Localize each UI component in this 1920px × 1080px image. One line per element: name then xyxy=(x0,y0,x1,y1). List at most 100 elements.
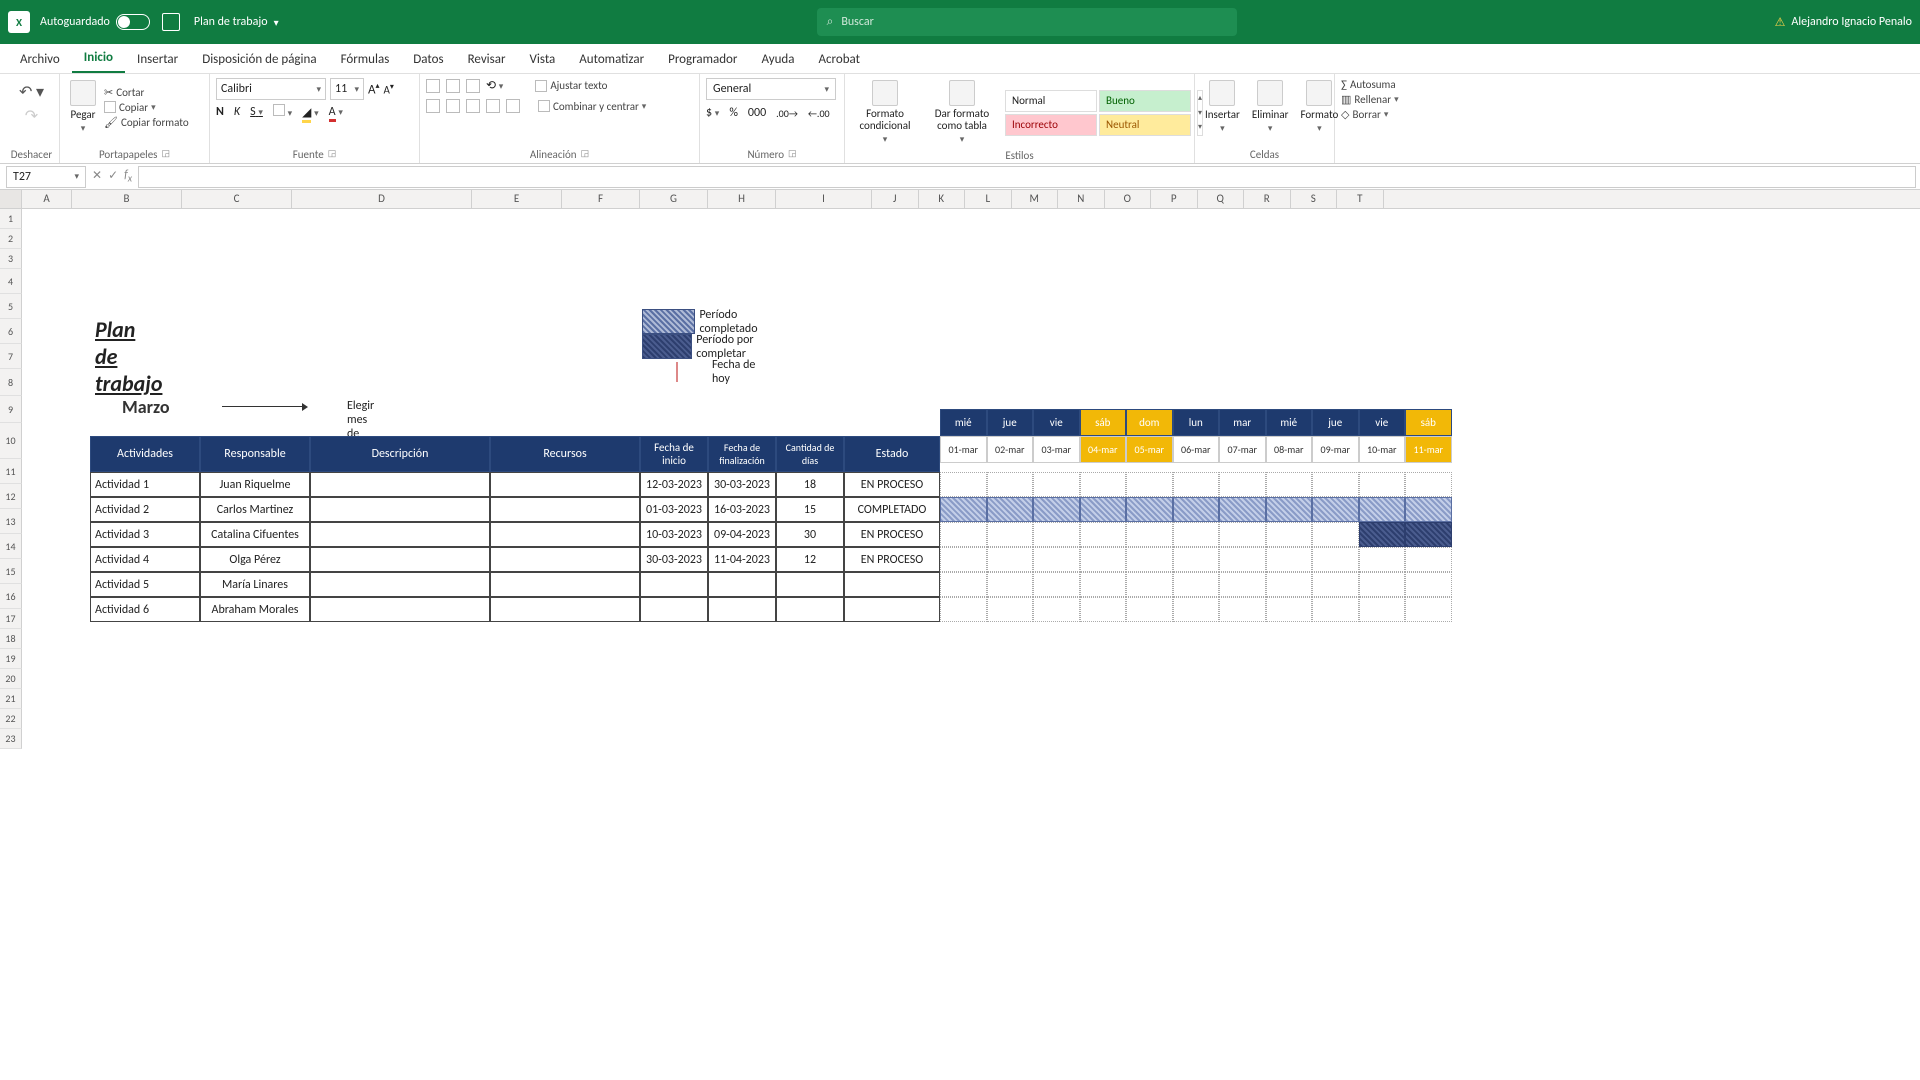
gantt-cell[interactable] xyxy=(1173,522,1220,547)
cell[interactable]: Actividad 1 xyxy=(90,472,200,497)
gantt-cell[interactable] xyxy=(1173,597,1220,622)
gantt-cell[interactable] xyxy=(1033,472,1080,497)
formula-input[interactable] xyxy=(138,166,1916,188)
select-all-corner[interactable] xyxy=(0,190,22,208)
cell[interactable] xyxy=(490,547,640,572)
table-row[interactable]: Actividad 5María Linares xyxy=(90,572,940,597)
cell[interactable] xyxy=(490,597,640,622)
align-top-icon[interactable] xyxy=(426,79,440,93)
cut-button[interactable]: ✂Cortar xyxy=(104,86,189,99)
style-bueno[interactable]: Bueno xyxy=(1099,90,1191,112)
cancel-fx-icon[interactable]: ✕ xyxy=(92,168,102,184)
align-bottom-icon[interactable] xyxy=(466,79,480,93)
gantt-cell[interactable] xyxy=(1405,497,1452,522)
gantt-cell[interactable] xyxy=(1173,572,1220,597)
cell[interactable]: 11-04-2023 xyxy=(708,547,776,572)
gantt-cell[interactable] xyxy=(1266,497,1313,522)
cell[interactable]: Juan Riquelme xyxy=(200,472,310,497)
row-5[interactable]: 5 xyxy=(0,294,22,319)
cell[interactable] xyxy=(776,572,844,597)
row-10[interactable]: 10 xyxy=(0,423,22,459)
decrease-indent-icon[interactable] xyxy=(486,99,500,113)
row-22[interactable]: 22 xyxy=(0,709,22,729)
increase-font-icon[interactable]: A▴ xyxy=(368,81,380,97)
cell[interactable]: Actividad 5 xyxy=(90,572,200,597)
cell[interactable]: 10-03-2023 xyxy=(640,522,708,547)
tab-ayuda[interactable]: Ayuda xyxy=(749,46,806,73)
cell[interactable] xyxy=(844,597,940,622)
row-21[interactable]: 21 xyxy=(0,689,22,709)
cell-styles-gallery[interactable]: Normal Bueno Incorrecto Neutral xyxy=(1005,90,1191,136)
redo-icon[interactable]: ↷ xyxy=(25,106,38,126)
col-L[interactable]: L xyxy=(965,190,1012,208)
cell[interactable]: 15 xyxy=(776,497,844,522)
col-R[interactable]: R xyxy=(1244,190,1291,208)
row-1[interactable]: 1 xyxy=(0,209,22,229)
cell[interactable] xyxy=(310,497,490,522)
cell[interactable] xyxy=(708,572,776,597)
tab-fórmulas[interactable]: Fórmulas xyxy=(329,46,402,73)
style-incorrecto[interactable]: Incorrecto xyxy=(1005,114,1097,136)
table-row[interactable]: Actividad 2Carlos Martinez01-03-202316-0… xyxy=(90,497,940,522)
gantt-cell[interactable] xyxy=(1266,547,1313,572)
gantt-cell[interactable] xyxy=(1312,547,1359,572)
cell[interactable]: Actividad 6 xyxy=(90,597,200,622)
gantt-cell[interactable] xyxy=(1080,572,1127,597)
gantt-cell[interactable] xyxy=(987,522,1034,547)
col-N[interactable]: N xyxy=(1058,190,1105,208)
row-15[interactable]: 15 xyxy=(0,559,22,584)
row-18[interactable]: 18 xyxy=(0,629,22,649)
borders-button[interactable]: ▾ xyxy=(273,104,292,120)
col-O[interactable]: O xyxy=(1105,190,1152,208)
gantt-cell[interactable] xyxy=(1405,572,1452,597)
row-4[interactable]: 4 xyxy=(0,269,22,294)
gantt-cell[interactable] xyxy=(1033,572,1080,597)
gantt-cell[interactable] xyxy=(1359,472,1406,497)
user-account[interactable]: ⚠ Alejandro Ignacio Penalo xyxy=(1775,15,1912,30)
col-G[interactable]: G xyxy=(640,190,708,208)
gantt-cell[interactable] xyxy=(1266,572,1313,597)
row-17[interactable]: 17 xyxy=(0,609,22,629)
gantt-cell[interactable] xyxy=(1219,522,1266,547)
cell[interactable]: 30-03-2023 xyxy=(708,472,776,497)
gantt-cell[interactable] xyxy=(1359,497,1406,522)
name-box[interactable]: T27▾ xyxy=(6,166,86,188)
row-2[interactable]: 2 xyxy=(0,229,22,249)
gantt-cell[interactable] xyxy=(1312,572,1359,597)
gantt-cell[interactable] xyxy=(1173,547,1220,572)
gantt-cell[interactable] xyxy=(1405,522,1452,547)
cell[interactable] xyxy=(310,572,490,597)
gantt-cell[interactable] xyxy=(1173,497,1220,522)
cell[interactable]: 12 xyxy=(776,547,844,572)
col-H[interactable]: H xyxy=(708,190,776,208)
col-K[interactable]: K xyxy=(919,190,966,208)
cell[interactable]: 30-03-2023 xyxy=(640,547,708,572)
gantt-cell[interactable] xyxy=(1312,497,1359,522)
col-A[interactable]: A xyxy=(22,190,72,208)
paste-button[interactable]: Pegar ▾ xyxy=(66,78,100,136)
gantt-cell[interactable] xyxy=(1359,547,1406,572)
decrease-decimal-icon[interactable]: ←.00 xyxy=(808,107,830,120)
currency-icon[interactable]: $ ▾ xyxy=(706,106,719,120)
col-S[interactable]: S xyxy=(1291,190,1338,208)
style-neutral[interactable]: Neutral xyxy=(1099,114,1191,136)
gantt-cell[interactable] xyxy=(1219,547,1266,572)
cell[interactable]: COMPLETADO xyxy=(844,497,940,522)
row-9[interactable]: 9 xyxy=(0,396,22,423)
gantt-cell[interactable] xyxy=(1033,522,1080,547)
col-C[interactable]: C xyxy=(182,190,292,208)
cell[interactable] xyxy=(844,572,940,597)
tab-vista[interactable]: Vista xyxy=(518,46,568,73)
tab-datos[interactable]: Datos xyxy=(401,46,455,73)
gantt-cell[interactable] xyxy=(940,522,987,547)
row-7[interactable]: 7 xyxy=(0,344,22,369)
dialog-launcher-icon[interactable]: ◲ xyxy=(328,148,337,161)
gantt-cell[interactable] xyxy=(1033,547,1080,572)
gantt-cell[interactable] xyxy=(1312,472,1359,497)
month-label[interactable]: Marzo xyxy=(122,396,170,418)
document-name[interactable]: Plan de trabajo ▾ xyxy=(194,15,279,29)
cell[interactable]: EN PROCESO xyxy=(844,472,940,497)
gantt-cell[interactable] xyxy=(987,547,1034,572)
gantt-cell[interactable] xyxy=(940,597,987,622)
table-row[interactable]: Actividad 6Abraham Morales xyxy=(90,597,940,622)
